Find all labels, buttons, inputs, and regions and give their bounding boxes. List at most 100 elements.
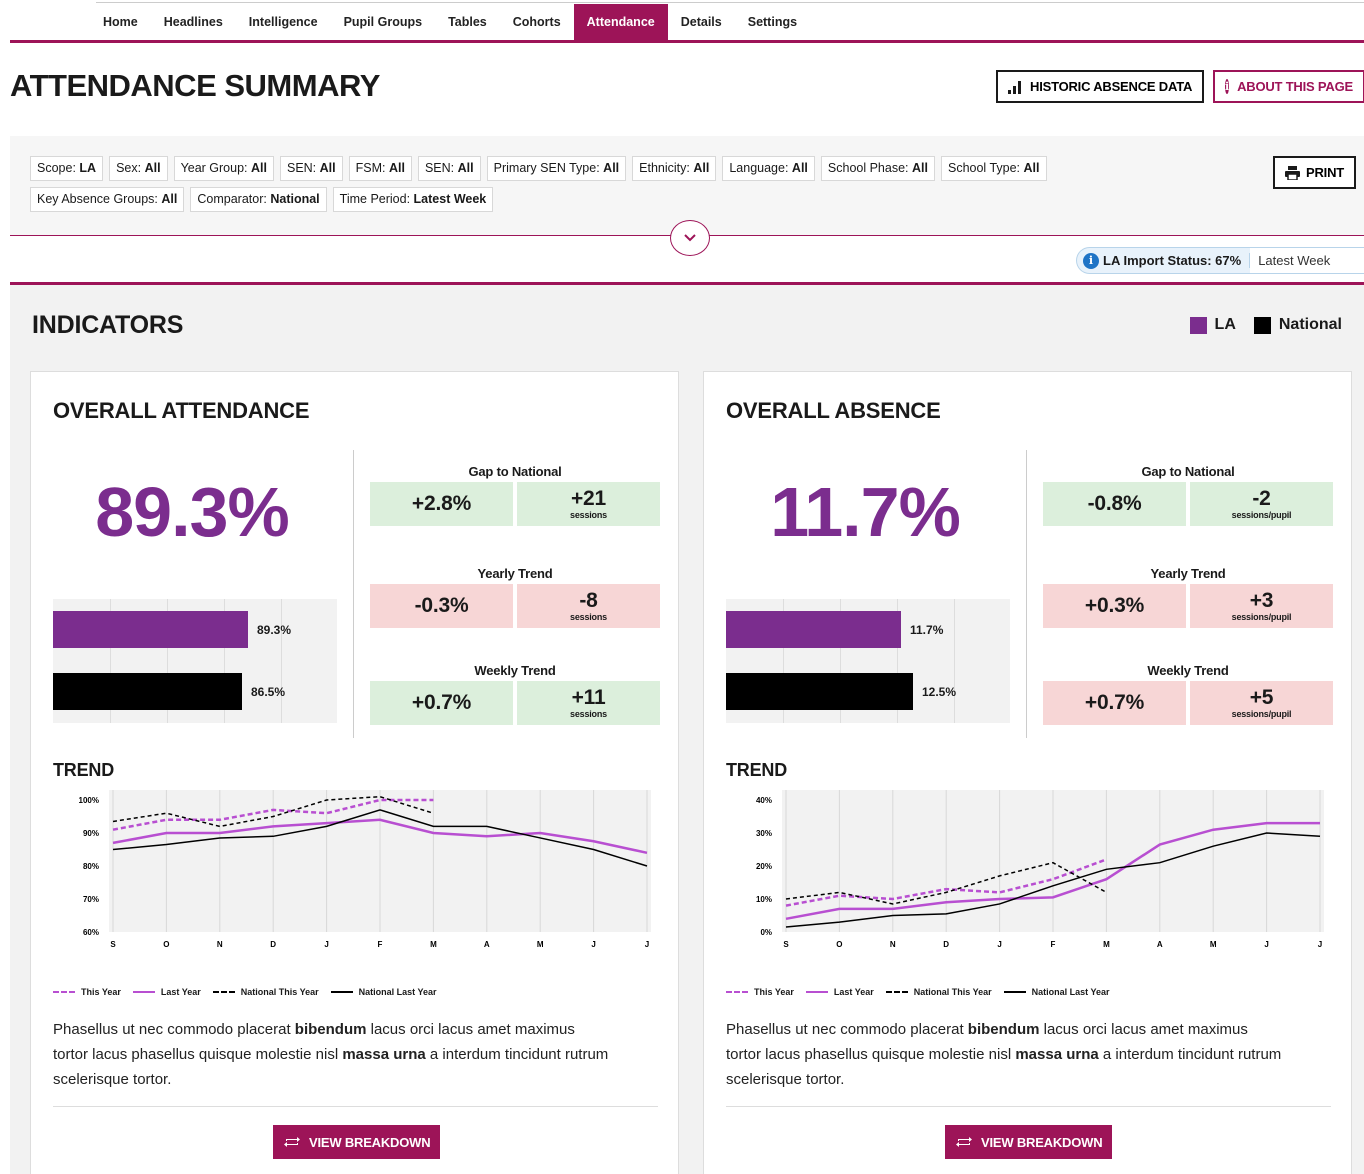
headline-value: 89.3% — [95, 473, 289, 551]
x-tick-label: J — [1318, 940, 1322, 949]
filter-chip-label: School Type: — [947, 161, 1021, 175]
filter-chip-label: Key Absence Groups: — [37, 192, 158, 206]
legend-label: National This Year — [913, 987, 992, 997]
info-icon: i — [1225, 79, 1230, 94]
kpi-percent: +0.7% — [411, 691, 472, 714]
filter-chip[interactable]: Time Period: Latest Week — [332, 187, 494, 212]
kpi-title: Yearly Trend — [477, 566, 553, 581]
page-title: ATTENDANCE SUMMARY — [10, 68, 380, 103]
nav-item-tables[interactable]: Tables — [435, 4, 500, 40]
kpi-sessions-box: +3 sessions/pupil — [1190, 584, 1333, 628]
filter-chip-label: Comparator: — [197, 192, 267, 206]
about-page-label: ABOUT THIS PAGE — [1237, 79, 1353, 94]
trend-chart: S O N D J F M A M J J 0% 10% 20% 30% 40% — [756, 790, 1324, 949]
historic-absence-label: HISTORIC ABSENCE DATA — [1030, 79, 1193, 94]
kpi-title: Yearly Trend — [1150, 566, 1226, 581]
filter-chip[interactable]: FSM: All — [348, 156, 412, 181]
legend-line-swatch — [885, 991, 908, 993]
filter-chip[interactable]: Primary SEN Type: All — [486, 156, 627, 181]
legend-line-swatch — [53, 991, 75, 993]
nav-item-settings[interactable]: Settings — [735, 4, 810, 40]
nav-item-pupil-groups[interactable]: Pupil Groups — [331, 4, 435, 40]
x-tick-label: M — [1103, 940, 1110, 949]
view-breakdown-label: VIEW BREAKDOWN — [309, 1134, 431, 1150]
bar-gridline — [281, 599, 282, 723]
x-tick-label: J — [591, 940, 595, 949]
y-tick-label: 0% — [760, 928, 772, 937]
nav-item-attendance[interactable]: Attendance — [573, 4, 668, 40]
printer-icon — [1285, 165, 1300, 180]
repeat-icon — [956, 1137, 972, 1147]
x-tick-label: S — [783, 940, 789, 949]
filter-chip[interactable]: School Type: All — [940, 156, 1047, 181]
repeat-icon — [284, 1137, 300, 1147]
filter-chip-label: Scope: — [37, 161, 76, 175]
legend-line-swatch — [212, 991, 235, 993]
filter-chip-value: All — [603, 161, 620, 175]
kpi-unit: sessions — [570, 612, 607, 622]
filter-chip-label: Language: — [729, 161, 789, 175]
filter-chip-value: All — [791, 161, 808, 175]
filter-chip[interactable]: Year Group: All — [173, 156, 274, 181]
kpi-percent: +0.7% — [1084, 691, 1145, 714]
nav-item-intelligence[interactable]: Intelligence — [236, 4, 331, 40]
x-tick-label: O — [836, 940, 842, 949]
description-emphasis: bibendum — [967, 1021, 1040, 1038]
filter-chip-value: All — [457, 161, 474, 175]
kpi-unit: sessions/pupil — [1231, 612, 1292, 622]
description-emphasis: massa urna — [1015, 1046, 1099, 1063]
filter-chip[interactable]: Scope: LA — [30, 156, 104, 181]
filter-chip[interactable]: SEN: All — [417, 156, 481, 181]
absence-card: OVERALL ABSENCE 11.7% 11.7% 12.5% Gap to Nat… — [703, 371, 1352, 1174]
y-tick-label: 100% — [79, 796, 99, 805]
description-emphasis: massa urna — [342, 1046, 426, 1063]
legend-label: National Last Year — [358, 987, 437, 997]
bar-chart-icon — [1008, 80, 1021, 94]
card-divider — [353, 450, 354, 738]
filter-chip-value: All — [693, 161, 710, 175]
filter-chip-value: Latest Week — [413, 192, 487, 206]
about-page-button[interactable]: i ABOUT THIS PAGE — [1213, 70, 1364, 103]
filter-chip[interactable]: Sex: All — [109, 156, 168, 181]
nav-item-cohorts[interactable]: Cohorts — [500, 4, 574, 40]
legend-line-swatch — [330, 991, 353, 993]
card-description: Phasellus ut nec commodo placerat bibend… — [53, 1017, 613, 1092]
x-tick-label: M — [430, 940, 437, 949]
kpi-group: Yearly Trend +0.3% +3 sessions/pupil — [1043, 566, 1333, 628]
card-rule — [53, 1106, 658, 1107]
nav-item-details[interactable]: Details — [668, 4, 735, 40]
kpi-title: Gap to National — [1141, 464, 1235, 479]
filter-chip[interactable]: SEN: All — [279, 156, 343, 181]
view-breakdown-button[interactable]: VIEW BREAKDOWN — [945, 1125, 1113, 1159]
info-icon: i — [1083, 252, 1099, 269]
comparison-bars: 89.3% 86.5% — [53, 599, 337, 723]
top-border — [96, 2, 1364, 3]
print-button[interactable]: PRINT — [1273, 156, 1357, 189]
kpi-row: +0.3% +3 sessions/pupil — [1043, 584, 1333, 628]
view-breakdown-button[interactable]: VIEW BREAKDOWN — [273, 1125, 441, 1159]
legend-label-la: LA — [1214, 316, 1236, 333]
filter-chip[interactable]: Key Absence Groups: All — [30, 187, 185, 212]
filter-chip[interactable]: Ethnicity: All — [632, 156, 717, 181]
trend-legend: This Year Last Year National This Year Nati… — [53, 987, 436, 997]
legend-line-swatch — [132, 991, 155, 993]
national-bar — [53, 673, 242, 710]
expand-filters-button[interactable] — [670, 220, 710, 256]
kpi-percent: -0.3% — [414, 594, 469, 617]
x-tick-label: J — [324, 940, 328, 949]
nav-item-headlines[interactable]: Headlines — [151, 4, 236, 40]
trend-title: TREND — [53, 760, 114, 780]
kpi-percent: +0.3% — [1084, 594, 1145, 617]
filter-chip[interactable]: Comparator: National — [190, 187, 327, 212]
filter-chip[interactable]: School Phase: All — [820, 156, 935, 181]
filter-chip-label: Primary SEN Type: — [493, 161, 600, 175]
legend-swatch-la — [1189, 316, 1207, 334]
import-status-badge[interactable]: i LA Import Status: 67% Latest Week — [1076, 247, 1364, 274]
historic-absence-button[interactable]: HISTORIC ABSENCE DATA — [996, 70, 1205, 103]
y-tick-label: 60% — [83, 928, 99, 937]
kpi-title: Gap to National — [468, 464, 562, 479]
filter-chip[interactable]: Language: All — [722, 156, 815, 181]
kpi-percent-box: +0.7% — [370, 681, 513, 725]
la-bar — [53, 611, 248, 648]
nav-item-home[interactable]: Home — [90, 4, 151, 40]
